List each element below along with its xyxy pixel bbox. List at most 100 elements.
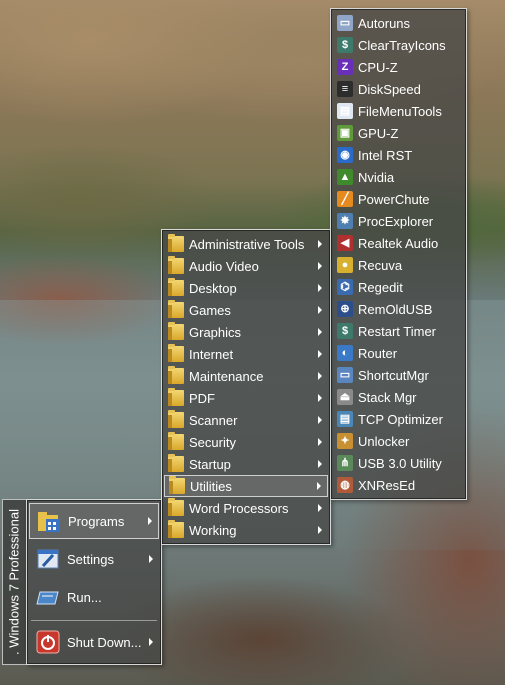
- start-menu-banner-text: . Windows 7 Professional: [6, 509, 22, 655]
- filemenutools-icon: ▤: [337, 103, 353, 119]
- utilities-item-label: Unlocker: [358, 433, 410, 449]
- folder-icon: [168, 520, 184, 538]
- utilities-item-intel-rst[interactable]: ◉ Intel RST: [333, 144, 464, 166]
- utilities-submenu: ▭ Autoruns $ ClearTrayIcons Z CPU-Z ≡ DiskSpeed…: [330, 8, 467, 500]
- programs-icon: [36, 508, 62, 534]
- power-icon: [35, 629, 61, 655]
- programs-item-startup[interactable]: Startup: [164, 453, 328, 475]
- start-menu-programs[interactable]: Programs: [29, 503, 159, 539]
- start-menu-run[interactable]: Run...: [29, 579, 159, 615]
- start-menu-programs-label: Programs: [68, 513, 125, 529]
- utilities-item-restart-timer[interactable]: $ Restart Timer: [333, 320, 464, 342]
- programs-item-working[interactable]: Working: [164, 519, 328, 541]
- router-icon: ◐: [337, 345, 353, 361]
- programs-item-label: Utilities: [190, 478, 232, 494]
- utilities-item-filemenutools[interactable]: ▤ FileMenuTools: [333, 100, 464, 122]
- menu-separator: [31, 620, 157, 621]
- submenu-arrow-icon: [318, 306, 322, 314]
- start-menu-shutdown-label: Shut Down...: [67, 634, 142, 650]
- folder-icon: [168, 234, 184, 252]
- submenu-arrow-icon: [318, 328, 322, 336]
- run-icon: [35, 584, 61, 610]
- folder-icon: [168, 432, 184, 450]
- programs-item-administrative-tools[interactable]: Administrative Tools: [164, 233, 328, 255]
- utilities-item-label: XNResEd: [358, 477, 416, 493]
- speaker-icon: ◀: [337, 235, 353, 251]
- programs-item-audio-video[interactable]: Audio Video: [164, 255, 328, 277]
- utilities-item-label: Autoruns: [358, 15, 411, 31]
- start-menu-shutdown[interactable]: Shut Down...: [29, 624, 159, 660]
- programs-item-label: Maintenance: [189, 368, 264, 384]
- programs-item-label: Desktop: [189, 280, 237, 296]
- utilities-item-powerchute[interactable]: ╱ PowerChute: [333, 188, 464, 210]
- folder-icon: [168, 278, 184, 296]
- regedit-icon: ⌬: [337, 279, 353, 295]
- utilities-item-cpu-z[interactable]: Z CPU-Z: [333, 56, 464, 78]
- programs-item-label: Administrative Tools: [189, 236, 305, 252]
- submenu-arrow-icon: [318, 262, 322, 270]
- utilities-item-label: Nvidia: [358, 169, 395, 185]
- utilities-item-diskspeed[interactable]: ≡ DiskSpeed: [333, 78, 464, 100]
- utilities-item-label: GPU-Z: [358, 125, 399, 141]
- utilities-item-unlocker[interactable]: ✦ Unlocker: [333, 430, 464, 452]
- usb-icon: ⋔: [337, 455, 353, 471]
- utilities-item-label: Router: [358, 345, 398, 361]
- programs-item-internet[interactable]: Internet: [164, 343, 328, 365]
- utilities-item-label: Regedit: [358, 279, 403, 295]
- utilities-item-cleartrayicons[interactable]: $ ClearTrayIcons: [333, 34, 464, 56]
- nvidia-icon: ▲: [337, 169, 353, 185]
- programs-item-graphics[interactable]: Graphics: [164, 321, 328, 343]
- utilities-item-label: Stack Mgr: [358, 389, 417, 405]
- start-menu-settings[interactable]: Settings: [29, 541, 159, 577]
- utilities-item-label: ShortcutMgr: [358, 367, 429, 383]
- programs-item-label: Scanner: [189, 412, 238, 428]
- programs-item-utilities[interactable]: Utilities: [164, 475, 328, 497]
- programs-item-word-processors[interactable]: Word Processors: [164, 497, 328, 519]
- utilities-item-shortcutmgr[interactable]: ▭ ShortcutMgr: [333, 364, 464, 386]
- programs-item-security[interactable]: Security: [164, 431, 328, 453]
- folder-icon: [168, 388, 184, 406]
- submenu-arrow-icon: [318, 438, 322, 446]
- utilities-item-autoruns[interactable]: ▭ Autoruns: [333, 12, 464, 34]
- unlocker-icon: ✦: [337, 433, 353, 449]
- utilities-item-regedit[interactable]: ⌬ Regedit: [333, 276, 464, 298]
- programs-item-label: Audio Video: [189, 258, 259, 274]
- utilities-item-realtek-audio[interactable]: ◀ Realtek Audio: [333, 232, 464, 254]
- utilities-item-stack-mgr[interactable]: ⏏ Stack Mgr: [333, 386, 464, 408]
- start-menu-settings-label: Settings: [67, 551, 114, 567]
- utilities-item-xnresed[interactable]: ◍ XNResEd: [333, 474, 464, 496]
- submenu-arrow-icon: [318, 416, 322, 424]
- utilities-item-label: FileMenuTools: [358, 103, 442, 119]
- folder-icon: [168, 498, 184, 516]
- recuva-icon: ●: [337, 257, 353, 273]
- utilities-item-procexplorer[interactable]: ✸ ProcExplorer: [333, 210, 464, 232]
- intel-rst-icon: ◉: [337, 147, 353, 163]
- powerchute-icon: ╱: [337, 191, 353, 207]
- utilities-item-remoldusb[interactable]: ⊕ RemOldUSB: [333, 298, 464, 320]
- utilities-item-label: Restart Timer: [358, 323, 437, 339]
- remoldusb-icon: ⊕: [337, 301, 353, 317]
- utilities-item-label: TCP Optimizer: [358, 411, 443, 427]
- utilities-item-router[interactable]: ◐ Router: [333, 342, 464, 364]
- utilities-item-usb-3-0-utility[interactable]: ⋔ USB 3.0 Utility: [333, 452, 464, 474]
- procexplorer-icon: ✸: [337, 213, 353, 229]
- utilities-item-gpu-z[interactable]: ▣ GPU-Z: [333, 122, 464, 144]
- utilities-item-tcp-optimizer[interactable]: ▤ TCP Optimizer: [333, 408, 464, 430]
- utilities-item-nvidia[interactable]: ▲ Nvidia: [333, 166, 464, 188]
- programs-item-desktop[interactable]: Desktop: [164, 277, 328, 299]
- submenu-arrow-icon: [318, 284, 322, 292]
- utilities-item-label: Recuva: [358, 257, 403, 273]
- start-menu-run-label: Run...: [67, 589, 102, 605]
- programs-item-maintenance[interactable]: Maintenance: [164, 365, 328, 387]
- submenu-arrow-icon: [318, 240, 322, 248]
- programs-item-games[interactable]: Games: [164, 299, 328, 321]
- utilities-item-recuva[interactable]: ● Recuva: [333, 254, 464, 276]
- stack-icon: ⏏: [337, 389, 353, 405]
- submenu-arrow-icon: [318, 460, 322, 468]
- programs-submenu: Administrative Tools Audio Video Desktop Ga…: [161, 229, 331, 545]
- utilities-item-label: USB 3.0 Utility: [358, 455, 442, 471]
- programs-item-label: Graphics: [189, 324, 242, 340]
- programs-item-scanner[interactable]: Scanner: [164, 409, 328, 431]
- submenu-arrow-icon: [148, 517, 152, 525]
- programs-item-pdf[interactable]: PDF: [164, 387, 328, 409]
